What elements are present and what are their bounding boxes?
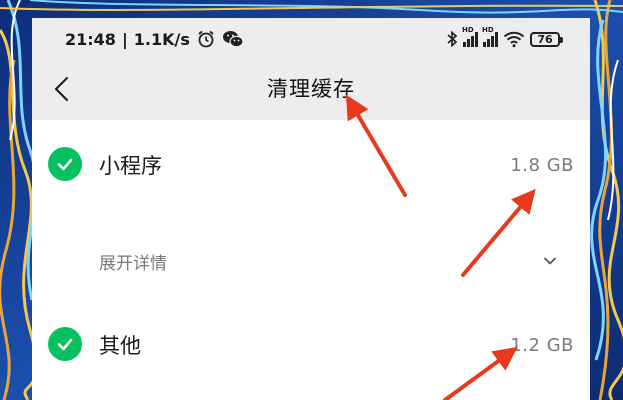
wechat-icon xyxy=(222,31,244,48)
navigation-bar: 清理缓存 xyxy=(32,58,590,120)
list-item-other[interactable]: 其他 1.2 GB xyxy=(32,320,590,400)
status-separator: | xyxy=(121,29,128,49)
item-label: 小程序 xyxy=(99,154,162,178)
page-title: 清理缓存 xyxy=(267,77,355,101)
hd-badge: HD xyxy=(462,26,474,34)
expand-details-label: 展开详情 xyxy=(99,254,167,274)
hd-badge: HD xyxy=(482,26,494,34)
bluetooth-icon xyxy=(447,30,458,48)
chevron-left-icon[interactable] xyxy=(48,74,78,104)
phone-screen: 21:48 | 1.1K/s HD HD 76 清理缓存 小程序 1.8 GB … xyxy=(32,18,590,400)
item-size: 1.2 GB xyxy=(510,335,574,356)
check-circle-icon[interactable] xyxy=(48,147,82,181)
cell-signal-1: HD xyxy=(462,26,478,47)
network-speed: 1.1K/s xyxy=(133,29,190,49)
cache-list: 小程序 1.8 GB 展开详情 其他 1.2 GB xyxy=(32,120,590,400)
battery-level: 76 xyxy=(537,32,553,46)
expand-details-row[interactable]: 展开详情 xyxy=(32,240,590,280)
alarm-icon xyxy=(198,30,214,48)
battery-indicator: 76 xyxy=(530,31,563,47)
chevron-down-icon[interactable] xyxy=(542,253,558,269)
status-bar: 21:48 | 1.1K/s HD HD 76 xyxy=(32,18,590,58)
item-label: 其他 xyxy=(99,334,141,358)
check-circle-icon[interactable] xyxy=(48,327,82,361)
cell-signal-2: HD xyxy=(482,26,498,47)
wifi-icon xyxy=(503,31,525,48)
item-size: 1.8 GB xyxy=(510,155,574,176)
list-item-miniprogram[interactable]: 小程序 1.8 GB xyxy=(32,120,590,208)
status-time: 21:48 xyxy=(65,29,116,49)
